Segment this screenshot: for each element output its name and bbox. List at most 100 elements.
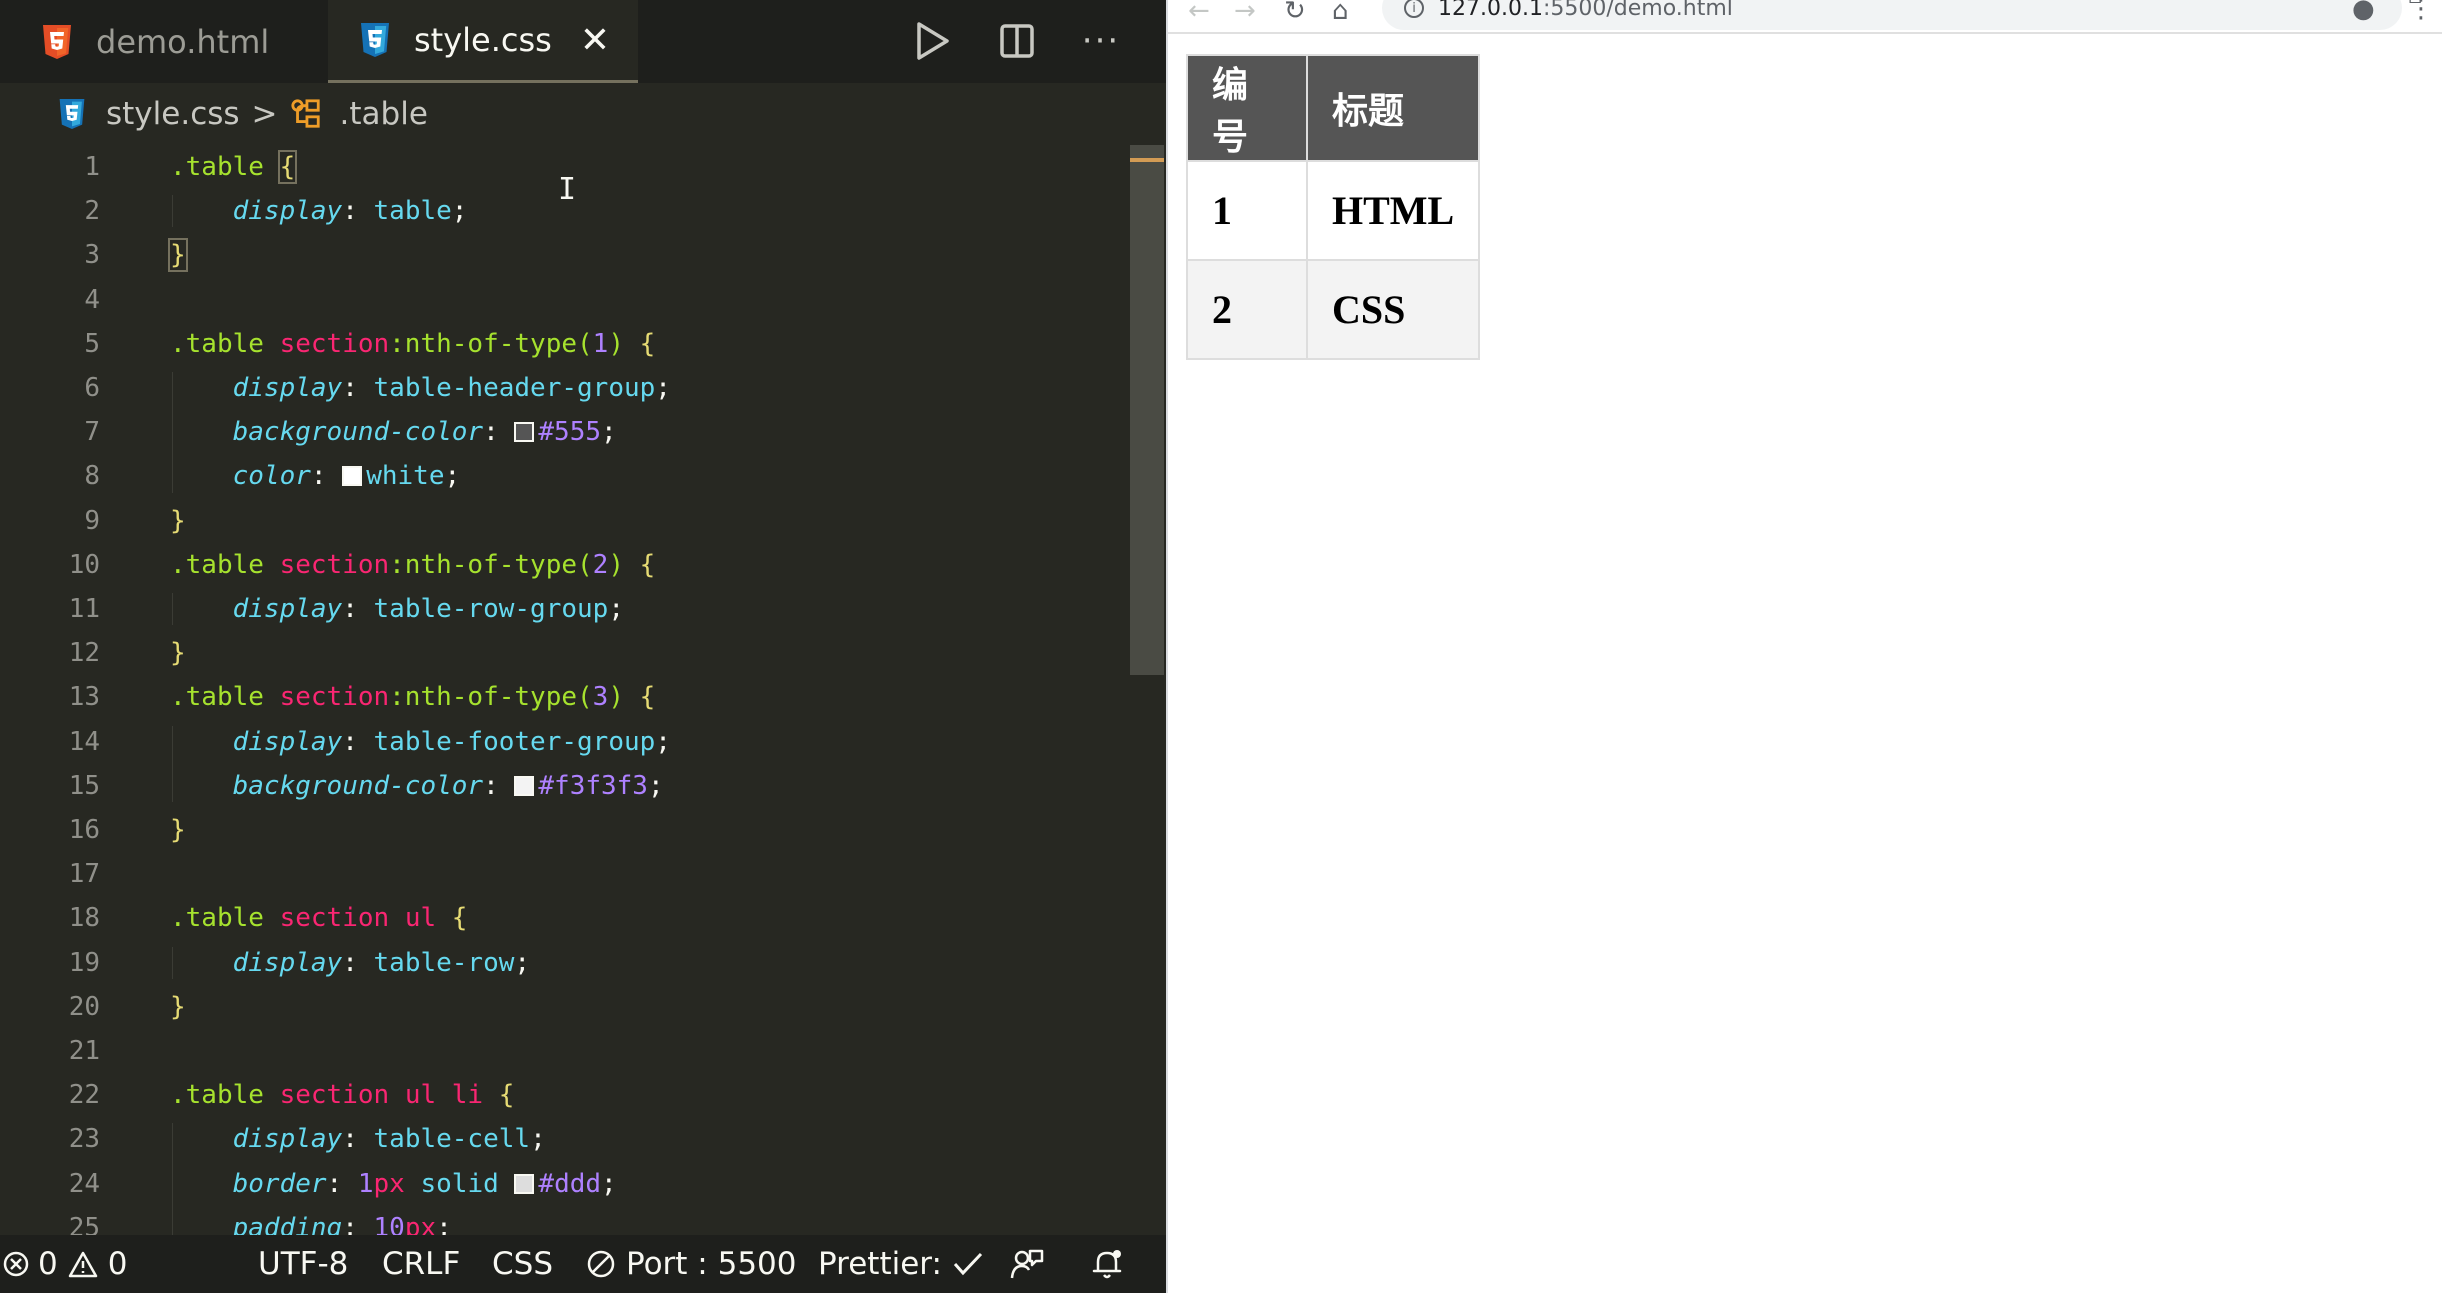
line-number: 8	[84, 461, 100, 492]
language-mode-selector[interactable]: CSS	[492, 1235, 553, 1293]
code-editor[interactable]: demo.html style.css ✕ ··· style.css > .t…	[0, 0, 1166, 1293]
notifications-button[interactable]	[1092, 1235, 1124, 1293]
header-cell-number: 编号	[1186, 54, 1308, 162]
line-number: 22	[68, 1080, 100, 1111]
code-text: }	[168, 238, 188, 273]
code-text: background-color: #555;	[170, 417, 617, 447]
code-line[interactable]: 10 .table section:nth-of-type(2) {	[0, 543, 1130, 587]
code-area[interactable]: 1 .table {2 display: table; 3} 4 5 .table sec…	[0, 145, 1130, 1244]
text-cursor-icon: I	[558, 172, 577, 207]
problems-indicator[interactable]: 0 0	[2, 1235, 127, 1293]
color-swatch[interactable]	[514, 1173, 535, 1194]
code-token: table-row-group	[373, 594, 609, 624]
code-token: )	[608, 682, 624, 713]
code-token: {	[639, 682, 656, 713]
table-cell: 2	[1186, 259, 1308, 360]
back-arrow-icon[interactable]: ←	[1188, 0, 1210, 26]
home-icon[interactable]: ⌂	[1332, 0, 1349, 26]
code-line[interactable]: 15 background-color: #f3f3f3;	[0, 764, 1130, 808]
code-line[interactable]: 16}	[0, 808, 1130, 852]
code-token: ul	[404, 1080, 437, 1111]
code-token: 3	[592, 682, 609, 713]
code-line[interactable]: 11 display: table-row-group;	[0, 587, 1130, 631]
code-token: :nth-of-type(	[389, 549, 593, 580]
code-text: background-color: #f3f3f3;	[170, 771, 664, 801]
code-line[interactable]: 6 display: table-header-group;	[0, 366, 1130, 410]
code-line[interactable]: 9}	[0, 499, 1130, 543]
line-number: 21	[68, 1036, 100, 1066]
profile-avatar-icon[interactable]: ●	[2352, 0, 2375, 24]
split-editor-button[interactable]	[994, 18, 1040, 64]
browser-menu-icon[interactable]: ⋮	[2408, 0, 2434, 24]
code-token: background-color	[232, 417, 484, 448]
tab-style-css[interactable]: style.css ✕	[328, 0, 638, 83]
color-swatch[interactable]	[342, 466, 363, 487]
url-host: 127.0.0.1	[1438, 0, 1543, 21]
code-token: :nth-of-type(	[389, 682, 593, 713]
code-token: table-footer-group	[373, 726, 656, 757]
code-token: ;	[530, 1124, 546, 1155]
encoding-selector[interactable]: UTF-8	[258, 1235, 348, 1293]
color-swatch[interactable]	[514, 422, 535, 443]
code-token: ;	[601, 417, 617, 448]
eol-selector[interactable]: CRLF	[382, 1235, 460, 1293]
code-line[interactable]: 17	[0, 852, 1130, 896]
code-token: li	[451, 1080, 484, 1111]
symbol-class-icon	[290, 96, 322, 132]
split-editor-icon	[1000, 24, 1034, 58]
code-token: :	[310, 461, 343, 492]
close-icon[interactable]: ✕	[580, 20, 610, 61]
breadcrumb-file[interactable]: style.css	[106, 96, 240, 132]
scroll-position-marker	[1130, 158, 1164, 162]
code-text: }	[170, 506, 186, 536]
code-token: section	[279, 328, 390, 359]
code-line[interactable]: 20}	[0, 985, 1130, 1029]
code-token: ;	[451, 196, 468, 227]
color-swatch[interactable]	[514, 775, 535, 796]
code-text: .table section:nth-of-type(3) {	[170, 682, 655, 712]
code-line[interactable]: 24 border: 1px solid #ddd;	[0, 1162, 1130, 1206]
code-token: display	[232, 373, 343, 403]
code-line[interactable]: 13 .table section:nth-of-type(3) {	[0, 675, 1130, 719]
code-line[interactable]: 18 .table section ul {	[0, 896, 1130, 940]
code-line[interactable]: 19 display: table-row;	[0, 941, 1130, 985]
code-token: }	[168, 238, 188, 273]
editor-tab-bar: demo.html style.css ✕ ···	[0, 0, 1166, 83]
code-token: :	[342, 196, 374, 227]
code-line[interactable]: 8 color: white;	[0, 454, 1130, 498]
live-server-port[interactable]: Port : 5500	[586, 1235, 797, 1293]
more-actions-button[interactable]: ···	[1078, 18, 1124, 64]
code-token: display	[232, 594, 343, 624]
code-line[interactable]: 7 background-color: #555;	[0, 410, 1130, 454]
code-line[interactable]: 23 display: table-cell;	[0, 1117, 1130, 1161]
code-token: display	[232, 196, 343, 227]
line-number: 13	[68, 682, 100, 713]
tab-demo-html[interactable]: demo.html	[0, 0, 328, 83]
site-info-icon[interactable]: i	[1404, 0, 1424, 18]
code-text: }	[170, 815, 186, 845]
code-line[interactable]: 22 .table section ul li {	[0, 1073, 1130, 1117]
run-button[interactable]	[910, 18, 956, 64]
code-line[interactable]: 12}	[0, 631, 1130, 675]
address-bar[interactable]: i 127.0.0.1:5500/demo.html ⧉ ⚲ ☆	[1382, 0, 2422, 30]
code-token: section	[279, 682, 390, 713]
code-text: display: table-footer-group;	[170, 727, 671, 757]
code-token: display	[232, 1124, 343, 1155]
code-line[interactable]: 21	[0, 1029, 1130, 1073]
forward-arrow-icon[interactable]: →	[1234, 0, 1256, 26]
prettier-status[interactable]: Prettier:	[818, 1235, 984, 1293]
prettier-label: Prettier:	[818, 1246, 942, 1282]
code-line[interactable]: 14 display: table-footer-group;	[0, 720, 1130, 764]
reload-icon[interactable]: ↻	[1284, 0, 1306, 26]
code-line[interactable]: 4	[0, 278, 1130, 322]
code-line[interactable]: 3}	[0, 233, 1130, 277]
feedback-button[interactable]	[1010, 1235, 1044, 1293]
code-line[interactable]: 5 .table section:nth-of-type(1) {	[0, 322, 1130, 366]
scrollbar-thumb[interactable]	[1130, 145, 1164, 675]
breadcrumb-symbol[interactable]: .table	[340, 96, 428, 132]
